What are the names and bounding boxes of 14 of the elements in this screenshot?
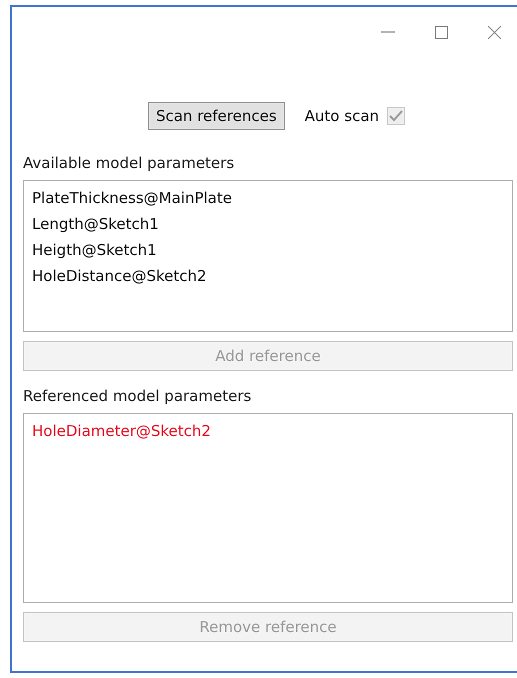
parameter-list[interactable]: HoleDiameter@Sketch2 <box>23 413 513 603</box>
list-heading: Referenced model parameters <box>23 387 252 405</box>
parameter-item[interactable]: HoleDistance@Sketch2 <box>24 263 512 289</box>
maximize-icon[interactable] <box>435 26 448 38</box>
parameter-item[interactable]: Heigth@Sketch1 <box>24 237 512 263</box>
parameter-item[interactable]: HoleDiameter@Sketch2 <box>24 418 512 444</box>
parameter-item[interactable]: PlateThickness@MainPlate <box>24 185 512 211</box>
scan-references-button[interactable]: Scan references <box>148 102 285 130</box>
parameter-list[interactable]: PlateThickness@MainPlate Length@Sketch1 Heigth@Sketch1 HoleDistance@Sketch2 <box>23 180 513 332</box>
close-icon[interactable] <box>488 26 501 38</box>
parameter-item[interactable]: Length@Sketch1 <box>24 211 512 237</box>
auto-scan-label: Auto scan <box>304 107 380 125</box>
list-heading: Available model parameters <box>23 154 236 172</box>
minimize-icon[interactable] <box>381 31 395 33</box>
